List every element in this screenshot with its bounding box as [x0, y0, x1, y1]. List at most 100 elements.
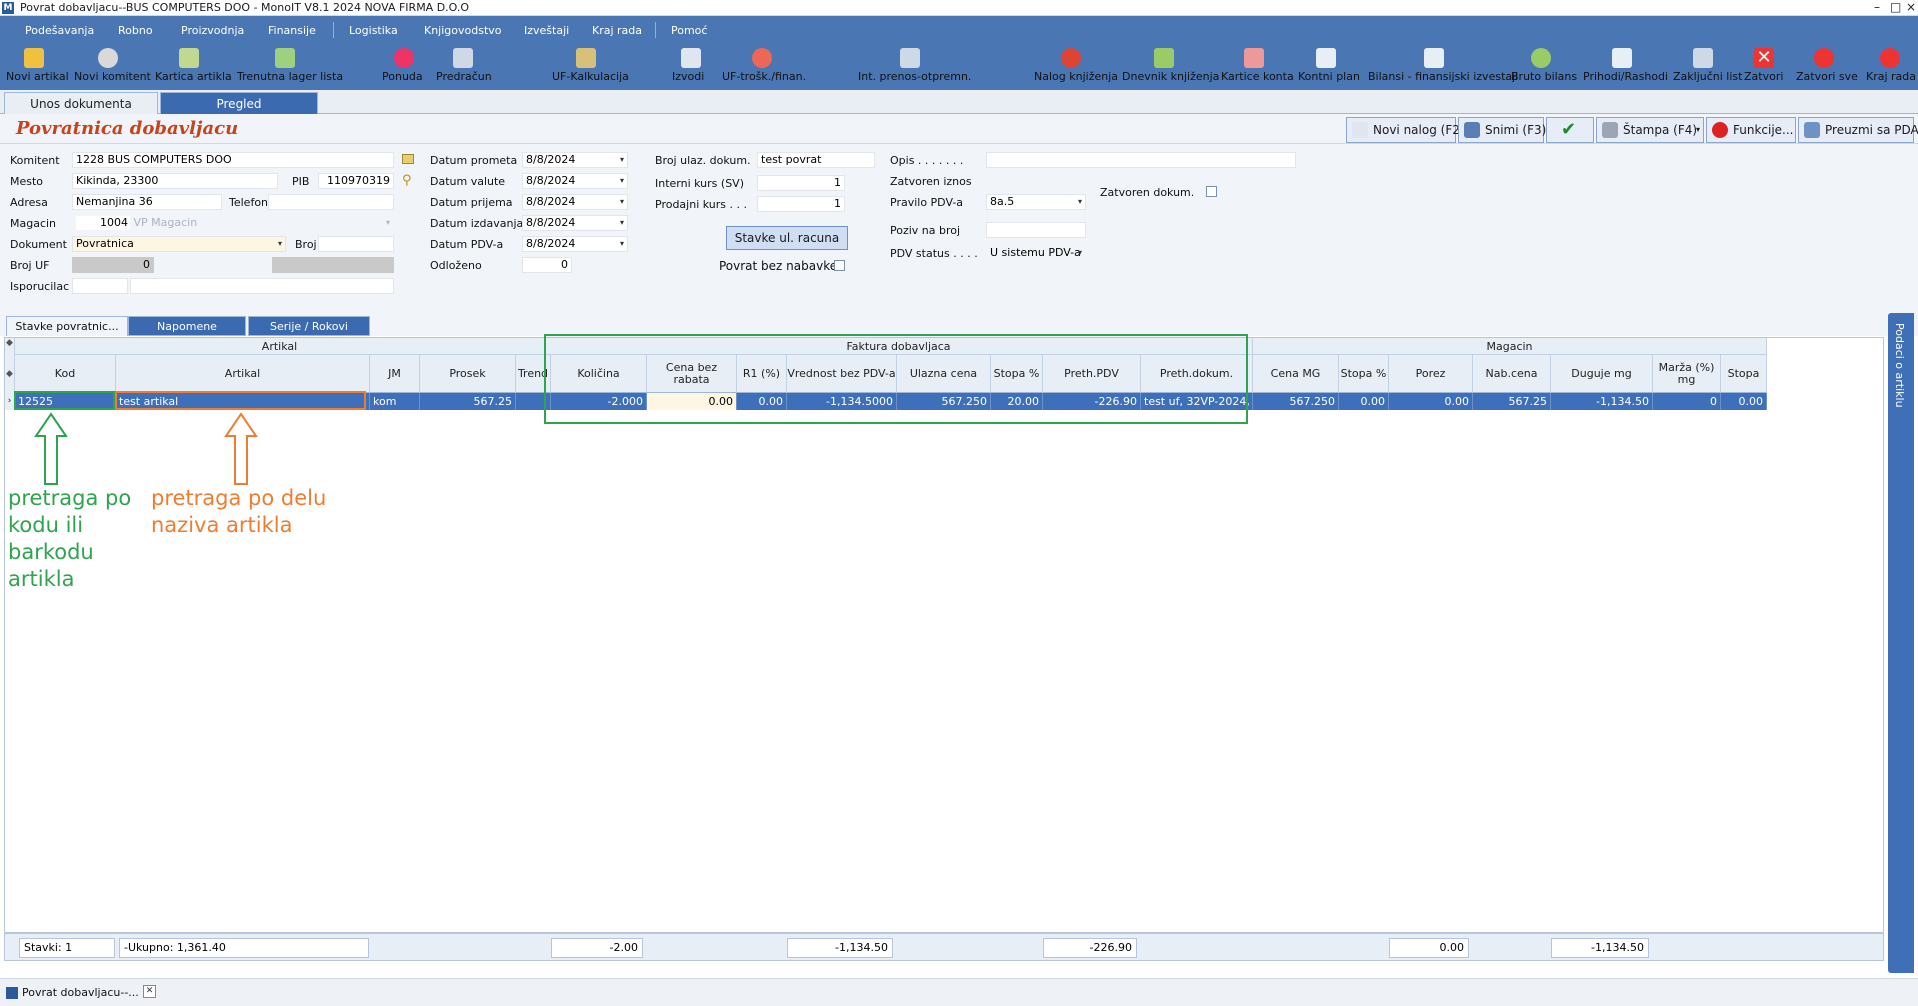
datum-pdv-field[interactable]: 8/8/2024 ▾ — [522, 236, 628, 252]
items-grid: ◆ ◆ › Artikal Faktura dobavljaca Magacin… — [4, 337, 1884, 933]
menu-proizvodnja[interactable]: Proizvodnja — [181, 24, 244, 37]
magacin-field[interactable]: 1004 VP Magacin ▾ — [72, 215, 394, 231]
col-cena-mg[interactable]: Cena MG — [1253, 355, 1339, 393]
toolbar-bruto-bilans[interactable]: Bruto bilans — [1511, 48, 1577, 90]
cell-stopa-mg[interactable]: 0.00 — [1339, 393, 1389, 410]
toolbar-bilansi[interactable]: Bilansi - finansijski izvestaji — [1368, 48, 1518, 90]
cell-jm[interactable]: kom — [370, 393, 420, 410]
col-stopa-mg[interactable]: Stopa % — [1339, 355, 1389, 393]
datum-prometa-field[interactable]: 8/8/2024 ▾ — [522, 152, 628, 168]
confirm-button[interactable]: ✔ — [1546, 117, 1594, 143]
subtab-serije[interactable]: Serije / Rokovi trajanja — [248, 316, 370, 353]
toolbar-int-prenos[interactable]: Int. prenos-otpremn. — [858, 48, 971, 90]
toolbar-uf-troskovi[interactable]: UF-trošk./finan. — [722, 48, 806, 90]
search-icon[interactable]: ⚲ — [402, 173, 412, 188]
adresa-field[interactable]: Nemanjina 36 — [72, 194, 222, 210]
telefon-field[interactable] — [268, 194, 394, 210]
download-pda-button[interactable]: Preuzmi sa PDA — [1798, 117, 1918, 143]
pdv-status-select[interactable]: U sistemu PDV-a ▾ — [986, 245, 1086, 261]
toolbar-novi-komitent[interactable]: Novi komitent — [74, 48, 151, 90]
col-porez[interactable]: Porez — [1389, 355, 1473, 393]
close-icon[interactable]: ✕ — [143, 985, 156, 998]
pravilo-pdv-select[interactable]: 8a.5 ▾ — [986, 194, 1086, 210]
article-info-panel[interactable]: Podaci o artiklu — [1888, 313, 1914, 973]
toolbar-izvodi[interactable]: Izvodi — [672, 48, 710, 90]
cell-nab-cena[interactable]: 567.25 — [1473, 393, 1551, 410]
toolbar-kraj-rada[interactable]: Kraj rada — [1866, 48, 1916, 90]
toolbar-zatvori-sve[interactable]: Zatvori sve — [1796, 48, 1858, 90]
toolbar-prihodi-rashodi[interactable]: Prihodi/Rashodi — [1583, 48, 1668, 90]
cell-marza-mg[interactable]: 0 — [1653, 393, 1721, 410]
toolbar-predracun[interactable]: Predračun — [436, 48, 492, 90]
col-kod[interactable]: Kod — [15, 355, 116, 393]
toolbar-uf-kalkulacija[interactable]: UF-Kalkulacija — [552, 48, 629, 90]
col-artikal[interactable]: Artikal — [116, 355, 370, 393]
menu-knjigovodstvo[interactable]: Knjigovodstvo — [424, 24, 502, 37]
isporucilac-name-field[interactable] — [130, 278, 394, 294]
menu-finansije[interactable]: Finansije — [268, 24, 316, 37]
chevron-down-icon: ▾ — [1077, 248, 1082, 257]
subtab-napomene[interactable]: Napomene — [128, 316, 246, 336]
col-stopa-last[interactable]: Stopa — [1721, 355, 1767, 393]
broj-ulaz-field[interactable]: test povrat — [757, 152, 875, 168]
tab-unos-dokumenta[interactable]: Unos dokumenta — [4, 92, 158, 114]
toolbar-kartice-konta[interactable]: Kartice konta — [1221, 48, 1294, 90]
cell-cena-mg[interactable]: 567.250 — [1253, 393, 1339, 410]
datum-izdavanja-field[interactable]: 8/8/2024 ▾ — [522, 215, 628, 231]
col-marza-mg[interactable]: Marža (%) mg — [1653, 355, 1721, 393]
cell-porez[interactable]: 0.00 — [1389, 393, 1473, 410]
col-jm[interactable]: JM — [370, 355, 420, 393]
cell-duguje-mg[interactable]: -1,134.50 — [1551, 393, 1653, 410]
pib-field[interactable]: 110970319 — [318, 173, 394, 189]
toolbar-ponuda[interactable]: Ponuda — [382, 48, 426, 90]
col-duguje-mg[interactable]: Duguje mg — [1551, 355, 1653, 393]
poziv-field[interactable] — [986, 222, 1086, 238]
povrat-bez-nabavke-checkbox[interactable] — [834, 260, 845, 271]
menu-logistika[interactable]: Logistika — [349, 24, 398, 37]
tab-pregled[interactable]: Pregled — [160, 92, 318, 114]
toolbar-kartica-artikla[interactable]: Kartica artikla — [155, 48, 232, 90]
opis-field[interactable] — [986, 152, 1296, 168]
toolbar-zakljucni-list[interactable]: Zaključni list — [1673, 48, 1742, 90]
menu-izvestaji[interactable]: Izveštaji — [524, 24, 569, 37]
komitent-field[interactable]: 1228 BUS COMPUTERS DOO — [72, 152, 394, 168]
dokument-select[interactable]: Povratnica ▾ — [72, 236, 286, 252]
prodajni-kurs-field[interactable]: 1 — [757, 196, 845, 212]
toolbar-dnevnik-knjizenja[interactable]: Dnevnik knjiženja — [1122, 48, 1219, 90]
print-button[interactable]: Štampa (F4) ▾ — [1596, 117, 1704, 143]
save-button[interactable]: Snimi (F3) — [1458, 117, 1546, 143]
close-window-button[interactable]: × — [1906, 0, 1916, 14]
zatvoren-dokum-checkbox[interactable] — [1206, 186, 1217, 197]
col-prosek[interactable]: Prosek — [420, 355, 516, 393]
income-expense-icon — [1612, 48, 1632, 68]
col-nab-cena[interactable]: Nab.cena — [1473, 355, 1551, 393]
toolbar-zatvori[interactable]: ✕ Zatvori — [1744, 48, 1784, 90]
card-icon[interactable] — [402, 154, 414, 164]
toolbar-nalog-knjizenja[interactable]: Nalog knjiženja — [1034, 48, 1118, 90]
cell-prosek[interactable]: 567.25 — [420, 393, 516, 410]
menu-podesavanja[interactable]: Podešavanja — [25, 24, 94, 37]
broj-uf-field[interactable]: 0 — [72, 257, 154, 273]
menu-pomoc[interactable]: Pomoć — [671, 24, 707, 37]
datum-valute-field[interactable]: 8/8/2024 ▾ — [522, 173, 628, 189]
task-povrat-dobavljacu[interactable]: Povrat dobavljacu--... — [4, 983, 139, 1003]
toolbar-novi-artikal[interactable]: Novi artikal — [6, 48, 69, 90]
interni-kurs-field[interactable]: 1 — [757, 175, 845, 191]
broj-field[interactable] — [318, 236, 394, 252]
menu-robno[interactable]: Robno — [118, 24, 153, 37]
maximize-button[interactable]: □ — [1890, 0, 1901, 14]
isporucilac-code-field[interactable] — [72, 278, 128, 294]
functions-button[interactable]: Funkcije... — [1706, 117, 1796, 143]
mesto-field[interactable]: Kikinda, 23300 — [72, 173, 278, 189]
new-order-button[interactable]: Novi nalog (F2) — [1346, 117, 1465, 143]
stavke-ul-racuna-button[interactable]: Stavke ul. racuna — [726, 226, 848, 250]
datum-prijema-field[interactable]: 8/8/2024 ▾ — [522, 194, 628, 210]
cell-stopa-last[interactable]: 0.00 — [1721, 393, 1767, 410]
odlozeno-field[interactable]: 0 — [522, 257, 572, 273]
toolbar-lager-lista[interactable]: Trenutna lager lista — [237, 48, 343, 90]
closing-sheet-icon — [1693, 48, 1713, 68]
menu-kraj-rada[interactable]: Kraj rada — [592, 24, 642, 37]
minimize-button[interactable]: – — [1874, 0, 1880, 14]
toolbar-kontni-plan[interactable]: Kontni plan — [1298, 48, 1360, 90]
subtab-stavke[interactable]: Stavke povratnic... — [6, 316, 128, 336]
